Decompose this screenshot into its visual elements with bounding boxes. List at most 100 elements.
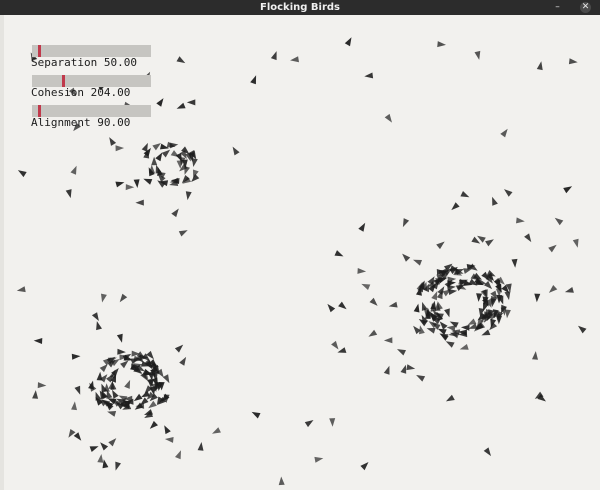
bird (548, 244, 557, 253)
bird (413, 303, 420, 313)
bird (572, 238, 579, 248)
minimize-button[interactable]: – (552, 2, 563, 13)
bird (476, 293, 483, 302)
close-icon: ✕ (581, 2, 590, 12)
bird (161, 149, 171, 158)
bird (446, 325, 456, 332)
bird (97, 454, 104, 463)
bird (397, 349, 406, 356)
bird (516, 217, 525, 224)
bird (116, 333, 123, 343)
bird (133, 393, 143, 402)
bird (534, 293, 541, 303)
bird (554, 217, 564, 226)
bird (115, 181, 125, 188)
bird (176, 102, 186, 109)
bird (504, 291, 511, 301)
separation-label: Separation 50.00 (31, 56, 137, 69)
title-bar: Flocking Birds – ✕ (0, 0, 600, 15)
bird (109, 137, 117, 146)
bird (384, 113, 392, 123)
bird (108, 438, 117, 447)
bird (536, 61, 543, 71)
bird (37, 382, 47, 389)
cohesion-label: Cohesion 204.00 (31, 86, 131, 99)
bird (251, 411, 261, 419)
bird (119, 293, 128, 303)
bird (413, 259, 422, 266)
bird (426, 327, 436, 334)
bird (431, 291, 438, 301)
bird (578, 325, 587, 334)
bird (89, 446, 99, 452)
bird (402, 218, 410, 228)
bird (524, 233, 532, 243)
close-button[interactable]: ✕ (580, 2, 591, 13)
bird (96, 321, 102, 331)
bird (156, 98, 164, 107)
bird (124, 379, 131, 389)
bird (186, 99, 196, 106)
bird (436, 241, 445, 250)
bird (383, 365, 390, 375)
bird (481, 329, 491, 336)
bird (327, 303, 336, 313)
bird (107, 411, 117, 417)
bird (511, 258, 518, 268)
bird (451, 202, 460, 211)
bird (485, 239, 494, 247)
bird (17, 170, 27, 178)
bird (164, 425, 171, 435)
bird (197, 442, 204, 451)
bird (406, 364, 416, 371)
bird (149, 420, 158, 429)
bird (179, 356, 187, 366)
bird (400, 364, 407, 374)
bird (445, 394, 455, 402)
bird (388, 301, 398, 308)
bird (368, 329, 378, 337)
bird (270, 51, 277, 61)
bird (164, 437, 174, 443)
alignment-label: Alignment 90.00 (31, 116, 131, 129)
bird (357, 268, 367, 274)
bird (364, 72, 374, 79)
bird (358, 222, 366, 232)
bird (108, 380, 115, 390)
bird (174, 344, 184, 353)
bird (445, 341, 455, 348)
bird (416, 375, 426, 382)
bird (101, 293, 107, 303)
bird (125, 184, 135, 191)
bird (65, 189, 72, 199)
bird (73, 432, 82, 441)
bird (171, 208, 179, 218)
bird (99, 364, 108, 373)
bird (278, 476, 285, 486)
bird (115, 145, 125, 152)
bird (444, 308, 450, 318)
bird (68, 429, 76, 438)
bird (169, 142, 179, 149)
bird (130, 358, 140, 365)
minimize-icon: – (555, 2, 560, 12)
bird (338, 301, 347, 310)
bird (500, 128, 508, 138)
bird (115, 461, 121, 471)
bird (334, 250, 344, 257)
bird (460, 191, 470, 198)
bird (70, 165, 77, 175)
bird (96, 371, 103, 381)
bird (112, 389, 119, 399)
bird (141, 142, 148, 152)
bird (492, 196, 498, 206)
bird (133, 179, 140, 188)
bird (532, 351, 538, 360)
bird (176, 56, 186, 64)
bird (100, 442, 109, 451)
bird (71, 353, 81, 360)
bird (162, 374, 170, 384)
bird (421, 301, 428, 311)
window-title: Flocking Birds (260, 2, 340, 13)
bird (232, 146, 240, 156)
